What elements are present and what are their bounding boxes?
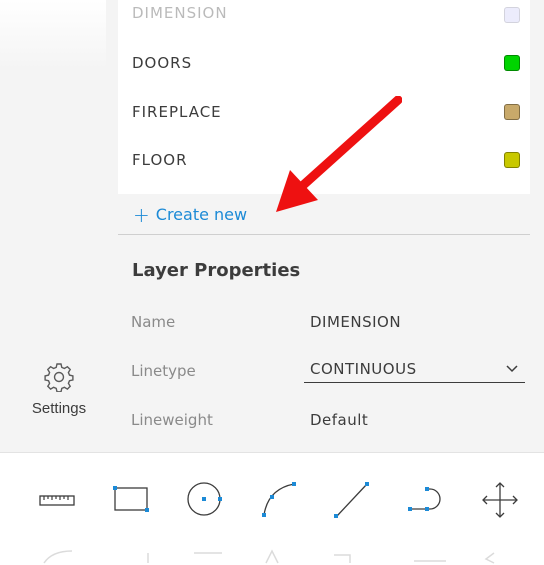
- settings-button[interactable]: Settings: [18, 362, 100, 434]
- layer-color-swatch[interactable]: [504, 55, 520, 71]
- annotation-arrow-icon: [270, 95, 403, 225]
- layer-name: DOORS: [132, 54, 193, 72]
- polyline-icon: [408, 487, 441, 511]
- arc-tool-button[interactable]: [256, 479, 300, 523]
- layer-color-swatch[interactable]: [504, 104, 520, 120]
- layer-color-swatch[interactable]: [504, 152, 520, 168]
- plus-icon: +: [133, 203, 150, 227]
- line-icon: [334, 482, 369, 518]
- linetype-value: CONTINUOUS: [310, 360, 417, 378]
- settings-label: Settings: [31, 400, 87, 417]
- name-value: DIMENSION: [310, 313, 402, 331]
- chevron-down-icon: [505, 362, 519, 381]
- divider: [118, 234, 530, 235]
- arc-icon: [262, 482, 296, 517]
- rectangle-tool-button[interactable]: [110, 479, 154, 523]
- create-new-layer-button[interactable]: + Create new: [133, 203, 247, 227]
- layer-name: FLOOR: [132, 151, 188, 169]
- linetype-label: Linetype: [131, 362, 196, 380]
- move-icon: [482, 482, 518, 518]
- rail-fade: [0, 0, 106, 70]
- layer-name: DIMENSION: [132, 4, 228, 22]
- layer-color-swatch[interactable]: [504, 7, 520, 23]
- rectangle-icon: [113, 486, 149, 512]
- lineweight-value: Default: [310, 411, 369, 429]
- lineweight-label: Lineweight: [131, 411, 213, 429]
- layer-name: FIREPLACE: [132, 103, 222, 121]
- circle-icon: [187, 482, 222, 516]
- drawing-toolbar: [0, 452, 544, 565]
- layer-row-doors[interactable]: DOORS: [118, 40, 530, 88]
- gear-icon: [18, 362, 100, 392]
- layer-properties-title: Layer Properties: [132, 260, 301, 281]
- create-new-label: Create new: [155, 205, 248, 224]
- name-label: Name: [131, 313, 176, 331]
- line-tool-button[interactable]: [330, 479, 374, 523]
- ruler-icon: [39, 495, 75, 506]
- move-tool-button[interactable]: [478, 479, 522, 523]
- linetype-dropdown[interactable]: CONTINUOUS: [304, 358, 525, 383]
- layer-row-dimension[interactable]: DIMENSION: [118, 0, 530, 40]
- toolbar-second-row-faded: [43, 549, 495, 564]
- ruler-tool-button[interactable]: [36, 479, 80, 523]
- polyline-tool-button[interactable]: [404, 479, 448, 523]
- circle-tool-button[interactable]: [182, 479, 226, 523]
